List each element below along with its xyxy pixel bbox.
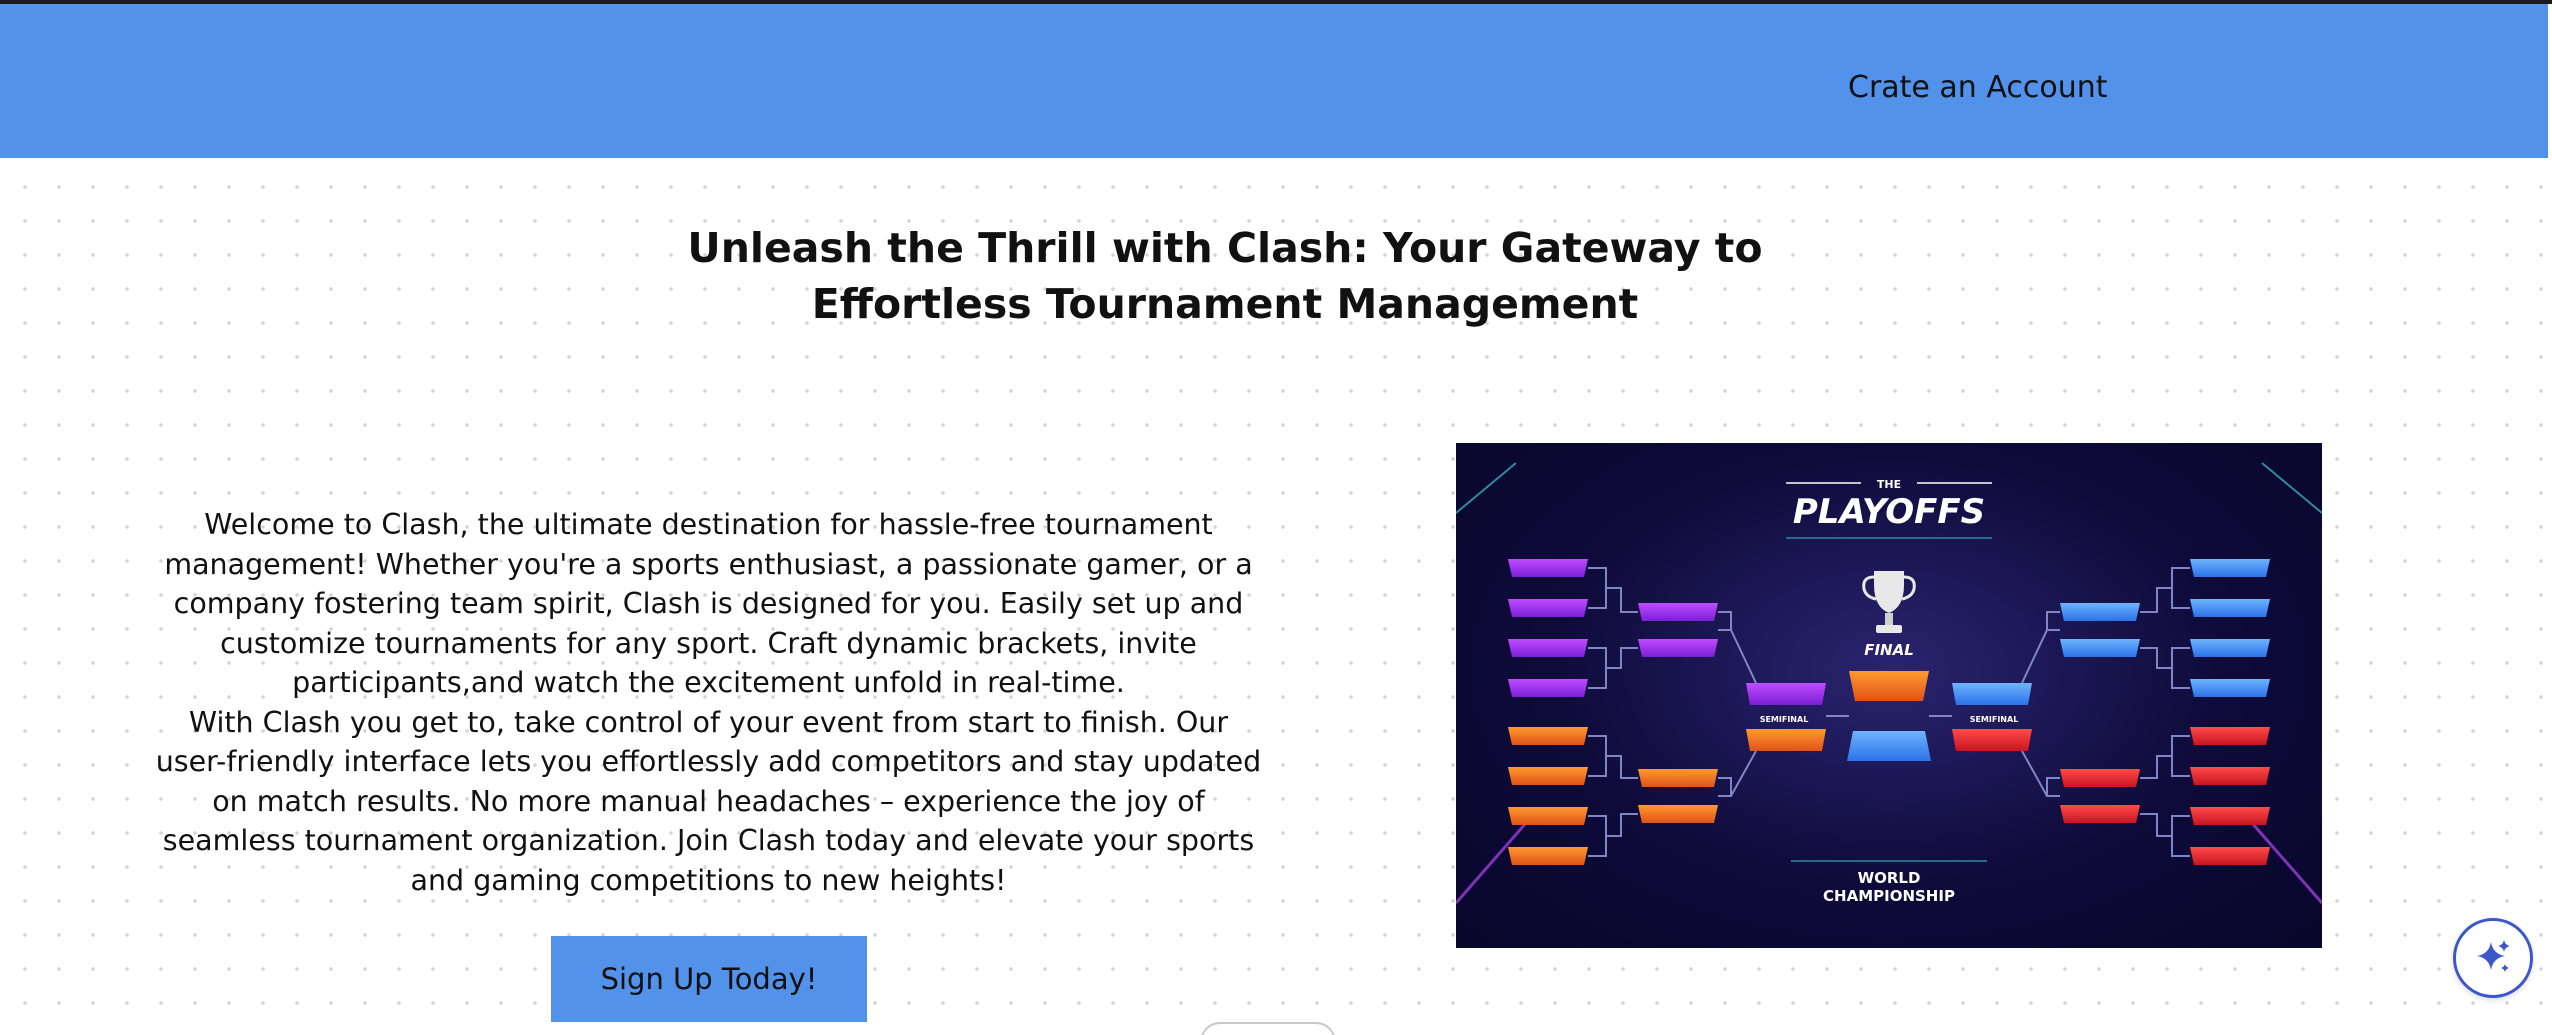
trophy-icon (1862, 571, 1916, 633)
footer-line-2: CHAMPIONSHIP (1823, 887, 1955, 905)
intro-paragraph-1: Welcome to Clash, the ultimate destinati… (164, 508, 1253, 699)
bracket-illustration: THE PLAYOFFS FINAL SEMIFINAL SEMIFINAL W… (1456, 462, 2322, 905)
final-label: FINAL (1864, 641, 1914, 659)
create-account-link[interactable]: Crate an Account (1848, 70, 2107, 105)
page-headline: Unleash the Thrill with Clash: Your Gate… (600, 220, 1850, 332)
scroll-indicator[interactable] (1200, 1022, 1336, 1035)
sign-up-button[interactable]: Sign Up Today! (551, 936, 867, 1022)
semifinal-right-label: SEMIFINAL (1970, 715, 2019, 724)
semifinal-left-label: SEMIFINAL (1760, 715, 1809, 724)
top-navbar: Crate an Account (0, 4, 2548, 158)
intro-text: Welcome to Clash, the ultimate destinati… (150, 505, 1267, 900)
sparkle-icon (2477, 940, 2510, 972)
header-small-text: THE (1877, 478, 1901, 491)
playoffs-bracket-image: THE PLAYOFFS FINAL SEMIFINAL SEMIFINAL W… (1456, 443, 2322, 948)
ai-assistant-button[interactable] (2453, 918, 2533, 998)
footer-line-1: WORLD (1858, 869, 1921, 887)
header-big-text: PLAYOFFS (1793, 492, 1985, 532)
headline-line-1: Unleash the Thrill with Clash: Your Gate… (687, 224, 1763, 272)
intro-paragraph-2: With Clash you get to, take control of y… (155, 705, 1262, 897)
headline-line-2: Effortless Tournament Management (811, 280, 1639, 328)
